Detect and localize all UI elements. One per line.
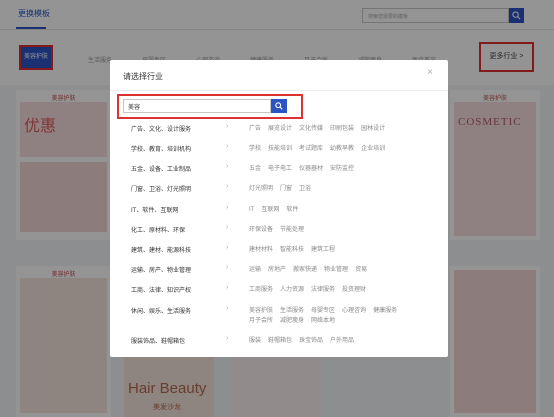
dialog-divider: [110, 90, 448, 91]
chevron-right-icon: ›: [226, 224, 229, 231]
industry-row: 工商、法律、知识产权 › 工商服务 人力资源 法律服务 投资理财: [110, 284, 448, 305]
industry-tag[interactable]: 运输: [249, 265, 261, 275]
industry-tag[interactable]: 印刷包装: [330, 124, 354, 134]
industry-tag[interactable]: 美容护肤: [249, 306, 273, 316]
chevron-right-icon: ›: [226, 264, 229, 271]
industry-tag[interactable]: 心理咨询: [342, 306, 366, 316]
industry-category-label[interactable]: 门窗、卫浴、灯光照明: [131, 184, 191, 193]
industry-tag[interactable]: 建材材料: [249, 245, 273, 255]
industry-tag[interactable]: 物业管理: [324, 265, 348, 275]
chevron-right-icon: ›: [226, 143, 229, 150]
chevron-right-icon: ›: [226, 335, 229, 342]
industry-tag[interactable]: 灯光照明: [249, 184, 273, 194]
industry-search-button[interactable]: [271, 99, 287, 113]
close-icon[interactable]: ×: [425, 68, 435, 78]
chevron-right-icon: ›: [226, 183, 229, 190]
industry-tag[interactable]: 技能培训: [268, 144, 292, 154]
industry-tag[interactable]: 展览设计: [268, 124, 292, 134]
dialog-title: 请选择行业: [123, 72, 163, 81]
industry-category-label[interactable]: IT、软件、互联网: [131, 205, 178, 214]
industry-tag[interactable]: 幼教早教: [330, 144, 354, 154]
industry-tag[interactable]: 月子会所: [249, 316, 273, 326]
industry-row: 门窗、卫浴、灯光照明 › 灯光照明 门窗 卫浴: [110, 183, 448, 204]
industry-tag[interactable]: 健康服务: [373, 306, 397, 316]
industry-tag[interactable]: IT: [249, 205, 254, 215]
industry-tag[interactable]: 文化传媒: [299, 124, 323, 134]
industry-category-label[interactable]: 建筑、建材、能源科技: [131, 245, 191, 254]
industry-tag[interactable]: 电子电工: [268, 164, 292, 174]
industry-row: 服装饰品、鞋帽箱包 › 服装 鞋帽箱包 珠宝饰品 户外用品: [110, 335, 448, 356]
industry-tag[interactable]: 搬家快递: [293, 265, 317, 275]
industry-tag[interactable]: 房地产: [268, 265, 286, 275]
industry-tag[interactable]: 环保设备: [249, 225, 273, 235]
industry-tag[interactable]: 卫浴: [299, 184, 311, 194]
industry-tag[interactable]: 考试题库: [299, 144, 323, 154]
industry-tag[interactable]: 门窗: [280, 184, 292, 194]
industry-tag[interactable]: 节能处理: [280, 225, 304, 235]
industry-category-label[interactable]: 广告、文化、设计服务: [131, 124, 191, 133]
industry-row: 广告、文化、设计服务 › 广告 展览设计 文化传媒 印刷包装 园林设计: [110, 123, 448, 144]
industry-row: 建筑、建材、能源科技 › 建材材料 智能科技 建筑工程: [110, 244, 448, 265]
industry-tag[interactable]: 园林设计: [361, 124, 385, 134]
industry-tag[interactable]: 软件: [286, 205, 298, 215]
industry-tag[interactable]: 人力资源: [280, 285, 304, 295]
industry-tag[interactable]: 珠宝饰品: [299, 336, 323, 346]
industry-tag[interactable]: 投资理财: [342, 285, 366, 295]
industry-tag[interactable]: 服装: [249, 336, 261, 346]
industry-row: 休闲、娱乐、生活服务 › 美容护肤 生活服务 母婴专区 心理咨询 健康服务月子会所 减肥瘦…: [110, 305, 448, 334]
industry-category-label[interactable]: 五金、设备、工业制品: [131, 164, 191, 173]
industry-category-label[interactable]: 休闲、娱乐、生活服务: [131, 306, 191, 315]
industry-category-label[interactable]: 化工、原材料、环保: [131, 225, 185, 234]
industry-tag[interactable]: 母婴专区: [311, 306, 335, 316]
chevron-right-icon: ›: [226, 284, 229, 291]
industry-tag[interactable]: 仪器器材: [299, 164, 323, 174]
industry-tag[interactable]: 企业培训: [361, 144, 385, 154]
industry-search-input[interactable]: [123, 99, 271, 113]
industry-tag[interactable]: 建筑工程: [311, 245, 335, 255]
chevron-right-icon: ›: [226, 244, 229, 251]
chevron-right-icon: ›: [226, 123, 229, 130]
industry-category-label[interactable]: 工商、法律、知识产权: [131, 285, 191, 294]
industry-tag[interactable]: 五金: [249, 164, 261, 174]
industry-category-label[interactable]: 运输、房产、物业管理: [131, 265, 191, 274]
industry-category-label[interactable]: 服装饰品、鞋帽箱包: [131, 336, 185, 345]
industry-row: 运输、房产、物业管理 › 运输 房地产 搬家快递 物业管理 贸易: [110, 264, 448, 285]
industry-tag[interactable]: 工商服务: [249, 285, 273, 295]
industry-tag[interactable]: 法律服务: [311, 285, 335, 295]
industry-category-label[interactable]: 学校、教育、培训机构: [131, 144, 191, 153]
chevron-right-icon: ›: [226, 163, 229, 170]
industry-row: IT、软件、互联网 › IT 互联网 软件: [110, 204, 448, 225]
industry-tag[interactable]: 鞋帽箱包: [268, 336, 292, 346]
industry-tag[interactable]: 互联网: [261, 205, 279, 215]
industry-tag[interactable]: 广告: [249, 124, 261, 134]
industry-tag[interactable]: 学校: [249, 144, 261, 154]
industry-row: 五金、设备、工业制品 › 五金 电子电工 仪器器材 安防监控: [110, 163, 448, 184]
industry-row: 化工、原材料、环保 › 环保设备 节能处理: [110, 224, 448, 245]
industry-tag[interactable]: 网络本地: [311, 316, 335, 326]
industry-tag[interactable]: 户外用品: [330, 336, 354, 346]
industry-tag[interactable]: 生活服务: [280, 306, 304, 316]
industry-tag[interactable]: 减肥瘦身: [280, 316, 304, 326]
chevron-right-icon: ›: [226, 305, 229, 312]
industry-tag[interactable]: 智能科技: [280, 245, 304, 255]
industry-tag[interactable]: 安防监控: [330, 164, 354, 174]
industry-row: 学校、教育、培训机构 › 学校 技能培训 考试题库 幼教早教 企业培训: [110, 143, 448, 164]
industry-select-dialog: 请选择行业 × 广告、文化、设计服务 › 广告展览设计文化传媒印刷包装园林设计 …: [110, 60, 448, 357]
chevron-right-icon: ›: [226, 204, 229, 211]
industry-tag[interactable]: 贸易: [355, 265, 367, 275]
search-icon: [275, 102, 283, 110]
